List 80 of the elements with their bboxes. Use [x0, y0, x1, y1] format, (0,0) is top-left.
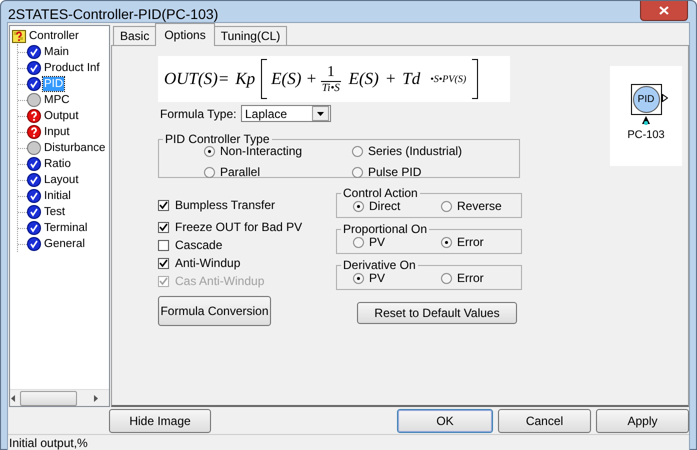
radio-button[interactable]: PV: [353, 271, 441, 285]
dropdown-arrow-icon: [317, 112, 324, 116]
checkbox: Cas Anti-Windup: [158, 274, 336, 288]
checkbox[interactable]: Anti-Windup: [158, 256, 336, 270]
radio-button[interactable]: Reverse: [441, 199, 521, 213]
scroll-right-icon: [93, 394, 99, 402]
check-circle-icon: [27, 237, 41, 251]
tree-item[interactable]: Main: [43, 45, 70, 59]
check-circle-icon: [27, 205, 41, 219]
group-title: PID Controller Type: [164, 132, 270, 146]
radio-button[interactable]: Non-Interacting: [204, 144, 352, 158]
tree-item[interactable]: MPC: [43, 93, 71, 107]
window-title: 2STATES-Controller-PID(PC-103): [7, 5, 218, 22]
tree-item[interactable]: Product Inf: [43, 61, 101, 75]
formula-type-dropdown[interactable]: Laplace: [241, 105, 331, 122]
tree-item[interactable]: Test: [43, 205, 66, 219]
formula-text: E(S) +: [271, 69, 318, 89]
check-circle-icon: [27, 157, 41, 171]
checkbox[interactable]: Freeze OUT for Bad PV: [158, 220, 336, 234]
tab[interactable]: Options: [155, 23, 215, 46]
tree-item[interactable]: General: [43, 237, 86, 251]
block-label: PID: [632, 86, 660, 113]
formula-text: Ti•S: [322, 82, 340, 94]
formula-text: 1: [321, 64, 341, 82]
dialog-button[interactable]: OK: [397, 408, 493, 432]
radio-button[interactable]: Series (Industrial): [352, 144, 512, 158]
status-text: Initial output,%: [8, 434, 689, 450]
radio-button[interactable]: Direct: [353, 199, 441, 213]
radio-button[interactable]: Error: [441, 235, 521, 249]
checkbox[interactable]: Cascade: [158, 238, 336, 252]
tree-item[interactable]: Ratio: [43, 157, 72, 171]
close-icon: [659, 6, 669, 15]
reset-button[interactable]: Reset to Default Values: [357, 302, 517, 324]
checkbox[interactable]: Bumpless Transfer: [158, 198, 336, 212]
warning-folder-icon: [12, 30, 26, 42]
group-title: Proportional On: [342, 222, 428, 236]
check-circle-icon: [27, 189, 41, 203]
tree-item[interactable]: Output: [43, 109, 80, 123]
checkmark-icon: [159, 201, 168, 209]
horizontal-scrollbar[interactable]: [10, 389, 109, 406]
radio-button[interactable]: Pulse PID: [352, 165, 512, 179]
checkmark-icon: [159, 223, 168, 231]
checkmark-icon: [159, 259, 168, 267]
dialog-button[interactable]: Apply: [596, 408, 689, 432]
question-circle-icon: [27, 125, 41, 139]
formula-text: •S•PV(S): [430, 74, 466, 84]
block-caption: PC-103: [627, 129, 665, 141]
radio-button[interactable]: Error: [441, 271, 521, 285]
check-circle-icon: [27, 221, 41, 235]
tree-item[interactable]: Initial: [43, 189, 72, 203]
tree-item[interactable]: Controller: [28, 29, 80, 43]
formula-text: Kp: [235, 69, 256, 89]
question-circle-icon: [27, 109, 41, 123]
group-title: Control Action: [342, 186, 419, 200]
group-title: Derivative On: [342, 258, 417, 272]
tree-item[interactable]: Layout: [43, 173, 80, 187]
circle-icon: [27, 141, 41, 155]
formula-text: +: [384, 69, 396, 89]
check-circle-icon: [27, 45, 41, 59]
checkmark-icon: [159, 277, 168, 285]
tree-item[interactable]: Input: [43, 125, 71, 139]
dialog-button[interactable]: Cancel: [498, 408, 591, 432]
dialog-button[interactable]: Hide Image: [109, 408, 211, 432]
tab[interactable]: Basic: [113, 26, 156, 45]
field-label: Formula Type:: [160, 106, 238, 120]
close-button[interactable]: [640, 1, 688, 21]
circle-icon: [27, 93, 41, 107]
formula-text: OUT(S)=: [164, 69, 230, 89]
radio-button[interactable]: Parallel: [204, 165, 352, 179]
check-circle-icon: [27, 173, 41, 187]
tree-item[interactable]: Terminal: [43, 221, 88, 235]
radio-button[interactable]: PV: [353, 235, 441, 249]
formula-conversion-button[interactable]: Formula Conversion: [158, 296, 271, 326]
formula-text: Td: [402, 69, 420, 89]
tab[interactable]: Tuning(CL): [214, 26, 288, 45]
formula-text: E(S): [348, 69, 379, 89]
tree-item[interactable]: Disturbance: [43, 141, 106, 155]
check-circle-icon: [27, 77, 41, 91]
check-circle-icon: [27, 61, 41, 75]
scroll-left-icon: [10, 394, 16, 402]
